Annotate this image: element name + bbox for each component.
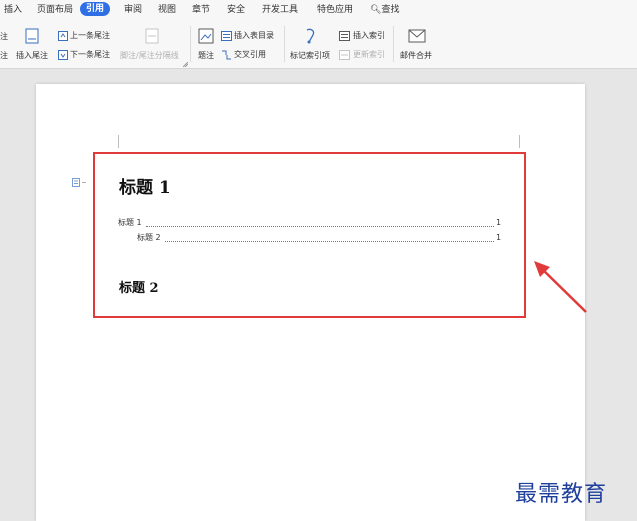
ribbon-partial-label-bottom[interactable]: 注 xyxy=(0,51,8,61)
watermark-logo: 最需教育 xyxy=(515,482,608,507)
prev-endnote-icon xyxy=(58,31,68,41)
tab-security[interactable]: 安全 xyxy=(227,4,245,16)
insert-endnote-label: 插入尾注 xyxy=(16,51,48,60)
ribbon-divider xyxy=(393,26,394,62)
insert-index-label: 插入索引 xyxy=(353,31,385,40)
search-icon: 🔍︎ xyxy=(370,5,382,15)
tab-special[interactable]: 特色应用 xyxy=(317,4,353,16)
mail-icon xyxy=(408,29,426,43)
dialog-launcher-icon[interactable] xyxy=(183,62,188,67)
mark-index-icon xyxy=(306,28,315,44)
ribbon-toolbar: 注 注 插入尾注 上一条尾注 下一条尾注 脚注/尾注分隔线 题注 插入表目录 交… xyxy=(0,20,637,69)
tab-page-layout[interactable]: 页面布局 xyxy=(37,4,73,16)
tab-chapter[interactable]: 章节 xyxy=(192,4,210,16)
insert-index-icon xyxy=(339,31,350,41)
ribbon-partial-label-top[interactable]: 注 xyxy=(0,32,8,42)
update-index-icon xyxy=(339,50,350,60)
crop-mark xyxy=(118,135,119,148)
tab-developer[interactable]: 开发工具 xyxy=(262,4,298,16)
highlight-box xyxy=(93,152,526,318)
separator-icon xyxy=(145,28,159,44)
cross-reference-icon xyxy=(222,50,231,60)
update-index-label: 更新索引 xyxy=(353,50,385,59)
crop-mark xyxy=(519,135,520,148)
cross-reference-label: 交叉引用 xyxy=(234,50,266,59)
ribbon-divider xyxy=(190,26,191,62)
tab-review[interactable]: 审阅 xyxy=(124,4,142,16)
footnote-separator-label: 脚注/尾注分隔线 xyxy=(120,51,179,60)
menu-tab-bar: 插入 页面布局 引用 审阅 视图 章节 安全 开发工具 特色应用 🔍︎查找 xyxy=(0,0,637,20)
endnote-icon xyxy=(25,28,39,44)
insert-table-of-figures-label: 插入表目录 xyxy=(234,31,274,40)
prev-endnote-label: 上一条尾注 xyxy=(70,31,110,40)
tab-view[interactable]: 视图 xyxy=(158,4,176,16)
tab-insert[interactable]: 插入 xyxy=(4,4,22,16)
tab-search[interactable]: 🔍︎查找 xyxy=(370,4,399,16)
paragraph-handle-icon[interactable] xyxy=(72,178,88,187)
red-arrow-icon xyxy=(534,261,587,313)
caption-label: 题注 xyxy=(198,51,214,60)
ribbon-divider xyxy=(284,26,285,62)
mark-index-entry-label: 标记索引项 xyxy=(290,51,330,60)
mail-merge-label: 邮件合并 xyxy=(400,51,432,60)
next-endnote-icon xyxy=(58,50,68,60)
next-endnote-label: 下一条尾注 xyxy=(70,50,110,59)
table-of-figures-icon xyxy=(221,31,232,41)
tab-references[interactable]: 引用 xyxy=(80,2,111,16)
caption-icon xyxy=(198,28,214,44)
